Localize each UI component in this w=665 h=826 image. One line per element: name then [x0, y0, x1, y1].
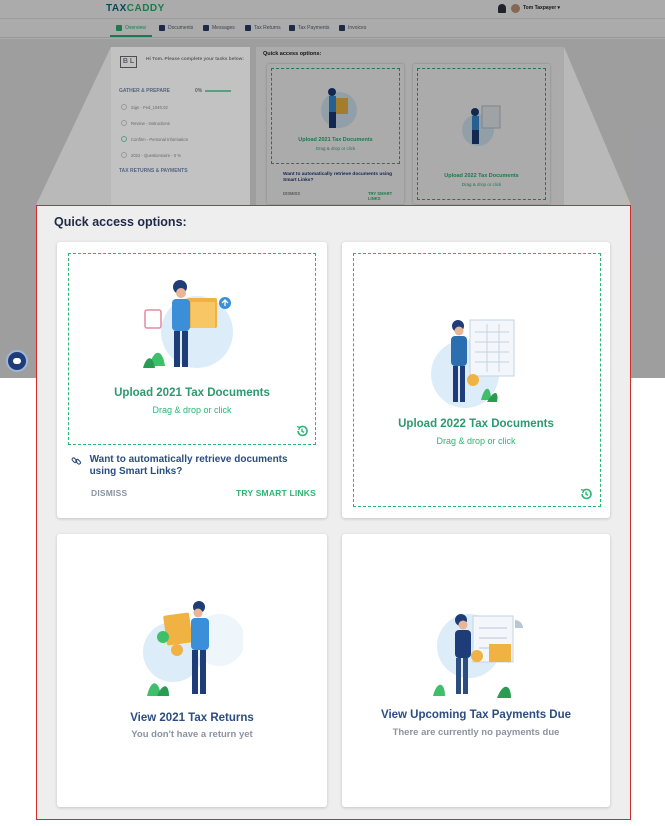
try-smart-links-button[interactable]: TRY SMART LINKS — [236, 488, 316, 498]
history-icon[interactable] — [579, 487, 593, 501]
documents-illustration — [143, 280, 233, 368]
upload-2021-title: Upload 2021 Tax Documents — [114, 387, 270, 399]
quick-access-zoom-panel: Quick access options: Upload 2021 Tax Do… — [36, 205, 631, 820]
history-icon[interactable] — [295, 424, 309, 438]
upload-2021-subtitle: Drag & drop or click — [152, 405, 232, 415]
payments-illustration — [433, 614, 523, 698]
view-returns-subtitle: You don't have a return yet — [131, 729, 253, 740]
card-upload-2022[interactable]: Upload 2022 Tax Documents Drag & drop or… — [342, 242, 610, 518]
card-view-tax-returns[interactable]: View 2021 Tax Returns You don't have a r… — [57, 534, 327, 807]
upload-2022-subtitle: Drag & drop or click — [436, 436, 516, 446]
card-upload-2021[interactable]: Upload 2021 Tax Documents Drag & drop or… — [57, 242, 327, 518]
smart-links-prompt: Want to automatically retrieve documents… — [71, 454, 311, 478]
view-payments-subtitle: There are currently no payments due — [392, 727, 560, 738]
view-returns-title: View 2021 Tax Returns — [130, 712, 254, 724]
view-payments-title: View Upcoming Tax Payments Due — [380, 709, 572, 721]
chat-icon[interactable] — [6, 350, 28, 372]
link-icon — [71, 457, 82, 465]
upload-2022-title: Upload 2022 Tax Documents — [398, 418, 554, 430]
spreadsheet-illustration — [431, 319, 515, 408]
smart-links-text: Want to automatically retrieve documents… — [89, 454, 288, 477]
tax-returns-illustration — [143, 601, 243, 696]
quick-access-title: Quick access options: — [54, 215, 187, 229]
card-view-tax-payments[interactable]: View Upcoming Tax Payments Due There are… — [342, 534, 610, 807]
dismiss-button[interactable]: DISMISS — [91, 488, 127, 498]
